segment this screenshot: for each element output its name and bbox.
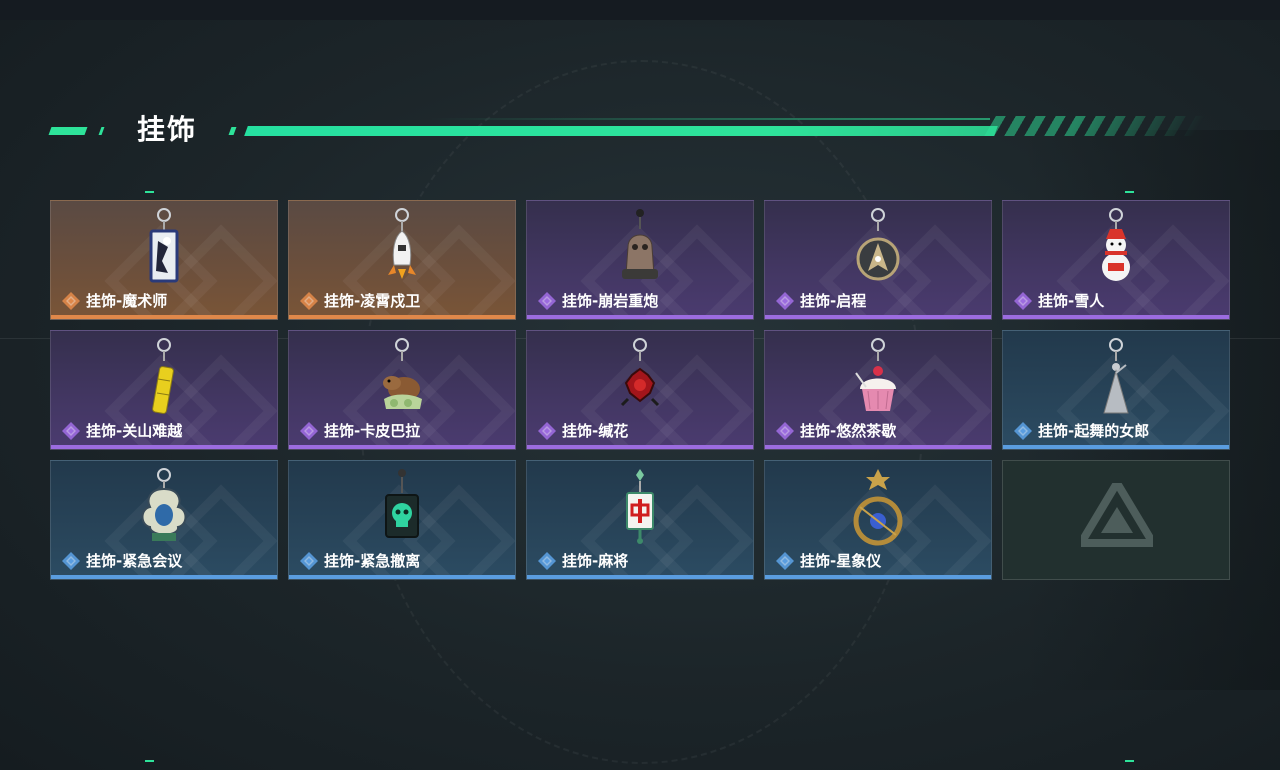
charm-label: 挂饰-关山难越: [61, 420, 182, 441]
rarity-diamond-icon: [299, 551, 319, 571]
charm-card[interactable]: 挂饰-紧急会议: [50, 460, 278, 580]
charm-name: 挂饰-星象仪: [800, 552, 882, 570]
meeting-badge-charm-icon: [134, 467, 194, 551]
charm-name: 挂饰-凌霄戍卫: [324, 292, 421, 310]
charm-name: 挂饰-崩岩重炮: [562, 292, 659, 310]
header-bar: [244, 126, 998, 136]
charm-label: 挂饰-紧急撤离: [299, 550, 420, 571]
rarity-bar: [527, 315, 753, 319]
rarity-diamond-icon: [537, 291, 557, 311]
charm-label: 挂饰-崩岩重炮: [537, 290, 658, 311]
header-dash: [48, 127, 88, 135]
charm-card[interactable]: 挂饰-麻将: [526, 460, 754, 580]
rarity-bar: [289, 575, 515, 579]
charm-label: 挂饰-麻将: [537, 550, 628, 571]
rock-cannon-charm-icon: [610, 207, 670, 291]
rarity-bar: [289, 315, 515, 319]
corner-tick: [145, 760, 154, 762]
charm-name: 挂饰-悠然茶歇: [800, 422, 897, 440]
rarity-diamond-icon: [775, 291, 795, 311]
charm-name: 挂饰-紧急撤离: [324, 552, 421, 570]
charm-card[interactable]: 挂饰-关山难越: [50, 330, 278, 450]
charm-name: 挂饰-关山难越: [86, 422, 183, 440]
rarity-diamond-icon: [299, 291, 319, 311]
charm-name: 挂饰-魔术师: [86, 292, 168, 310]
rarity-diamond-icon: [61, 291, 81, 311]
page-title: 挂饰: [137, 113, 198, 146]
charm-name: 挂饰-启程: [800, 292, 867, 310]
rarity-bar: [527, 575, 753, 579]
cupcake-charm-icon: [848, 337, 908, 421]
header-thin-line: [430, 118, 990, 120]
charm-name: 挂饰-雪人: [1038, 292, 1105, 310]
charm-label: 挂饰-星象仪: [775, 550, 881, 571]
rarity-diamond-icon: [537, 551, 557, 571]
charm-label: 挂饰-雪人: [1013, 290, 1104, 311]
charm-card[interactable]: 挂饰-魔术师: [50, 200, 278, 320]
charm-label: 挂饰-悠然茶歇: [775, 420, 896, 441]
magician-card-charm-icon: [134, 207, 194, 291]
charm-card[interactable]: 挂饰-卡皮巴拉: [288, 330, 516, 450]
rarity-bar: [1003, 315, 1229, 319]
rarity-bar: [765, 315, 991, 319]
corner-tick: [145, 191, 154, 193]
charm-card[interactable]: 挂饰-缄花: [526, 330, 754, 450]
header-checker-pattern: [984, 116, 1206, 136]
green-skull-tag-charm-icon: [372, 467, 432, 551]
rarity-diamond-icon: [61, 421, 81, 441]
rarity-diamond-icon: [775, 421, 795, 441]
rarity-bar: [51, 315, 277, 319]
rarity-diamond-icon: [61, 551, 81, 571]
corner-tick: [1125, 191, 1134, 193]
charm-label: 挂饰-卡皮巴拉: [299, 420, 420, 441]
charm-card[interactable]: 挂饰-紧急撤离: [288, 460, 516, 580]
compass-medal-charm-icon: [848, 207, 908, 291]
rarity-diamond-icon: [1013, 291, 1033, 311]
rarity-bar: [51, 445, 277, 449]
charm-card[interactable]: 挂饰-雪人: [1002, 200, 1230, 320]
rarity-bar: [765, 445, 991, 449]
charm-card[interactable]: 挂饰-启程: [764, 200, 992, 320]
snowman-charm-icon: [1086, 207, 1146, 291]
charm-label: 挂饰-凌霄戍卫: [299, 290, 420, 311]
charm-card[interactable]: 挂饰-起舞的女郎: [1002, 330, 1230, 450]
charm-name: 挂饰-起舞的女郎: [1038, 422, 1150, 440]
rarity-diamond-icon: [775, 551, 795, 571]
rarity-bar: [1003, 445, 1229, 449]
charm-name: 挂饰-卡皮巴拉: [324, 422, 421, 440]
mahjong-tile-charm-icon: [610, 467, 670, 551]
charm-card[interactable]: [1002, 460, 1230, 580]
charm-grid: 挂饰-魔术师 挂饰-凌霄戍卫 挂饰-崩岩重炮 挂饰-启程 挂饰-雪人 挂饰-关山难越 挂饰-…: [50, 200, 1230, 580]
charm-label: 挂饰-起舞的女郎: [1013, 420, 1149, 441]
capybara-charm-icon: [372, 337, 432, 421]
charm-name: 挂饰-缄花: [562, 422, 629, 440]
game-logo-icon: [1073, 475, 1161, 559]
rarity-diamond-icon: [299, 421, 319, 441]
red-rose-charm-icon: [610, 337, 670, 421]
astrolabe-charm-icon: [848, 467, 908, 551]
charm-name: 挂饰-紧急会议: [86, 552, 183, 570]
top-bar: [0, 0, 1280, 20]
rarity-bar: [527, 445, 753, 449]
charm-label: 挂饰-魔术师: [61, 290, 167, 311]
rarity-bar: [51, 575, 277, 579]
rarity-bar: [765, 575, 991, 579]
charm-label: 挂饰-缄花: [537, 420, 628, 441]
charm-label: 挂饰-紧急会议: [61, 550, 182, 571]
charm-card[interactable]: 挂饰-崩岩重炮: [526, 200, 754, 320]
rarity-diamond-icon: [1013, 421, 1033, 441]
rarity-bar: [289, 445, 515, 449]
charm-label: 挂饰-启程: [775, 290, 866, 311]
charm-card[interactable]: 挂饰-星象仪: [764, 460, 992, 580]
rocket-guard-charm-icon: [372, 207, 432, 291]
header-dash: [228, 127, 237, 135]
header-dash: [98, 127, 105, 135]
charm-card[interactable]: 挂饰-凌霄戍卫: [288, 200, 516, 320]
corner-tick: [1125, 760, 1134, 762]
yellow-tube-charm-icon: [134, 337, 194, 421]
charm-card[interactable]: 挂饰-悠然茶歇: [764, 330, 992, 450]
charm-name: 挂饰-麻将: [562, 552, 629, 570]
dancer-figure-charm-icon: [1086, 337, 1146, 421]
rarity-diamond-icon: [537, 421, 557, 441]
